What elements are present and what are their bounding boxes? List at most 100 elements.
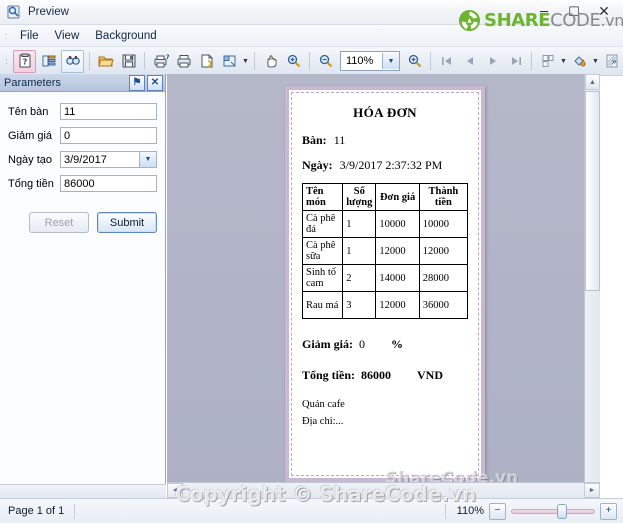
table-row: Cà phê đá 1 10000 10000: [301, 210, 469, 239]
report-parameters-button[interactable]: ?: [13, 49, 36, 73]
param-value-tong-tien: 86000: [64, 177, 95, 190]
param-row-ngay-tao: Ngày tạo 3/9/2017 ▼: [8, 150, 157, 169]
status-bar: Page 1 of 1 110% − +: [0, 498, 623, 523]
invoice-date-value: 3/9/2017 2:37:32 PM: [339, 158, 443, 172]
parameters-panel-resizer[interactable]: [0, 484, 166, 498]
zoom-slider-thumb[interactable]: [557, 503, 567, 519]
preview-area[interactable]: HÓA ĐƠN Bàn: 11 Ngày: 3/9/2017 2:37:32 P…: [167, 74, 600, 498]
toolbar-separator: [89, 52, 90, 70]
invoice-total-row: Tổng tiền: 86000 VND: [302, 368, 468, 383]
table-header-row: Tên món Số lượng Đơn giá Thành tiền: [301, 182, 469, 212]
find-button[interactable]: [61, 49, 84, 73]
open-button[interactable]: [95, 51, 116, 72]
cell-item-price: 10000: [375, 210, 420, 239]
toolbar-overflow-button[interactable]: »: [608, 51, 620, 71]
param-input-ten-ban[interactable]: 11: [60, 103, 157, 120]
multiple-pages-caret-icon[interactable]: ▼: [559, 52, 568, 70]
cell-item-qty: 2: [342, 264, 377, 293]
scroll-up-button[interactable]: ▲: [585, 74, 600, 90]
cell-item-name: Cà phê sữa: [301, 237, 344, 266]
toolbar-separator: [531, 52, 532, 70]
preview-vertical-scrollbar[interactable]: ▲ ▼: [584, 74, 600, 498]
page-indicator: Page 1 of 1: [8, 505, 65, 517]
hand-tool-button[interactable]: [260, 51, 281, 72]
column-header-name: Tên món: [301, 182, 344, 212]
param-value-ngay-tao: 3/9/2017: [64, 153, 107, 166]
cell-item-price: 12000: [375, 237, 420, 266]
pin-icon[interactable]: ⚑: [129, 75, 145, 91]
scroll-right-button[interactable]: ►: [584, 483, 600, 498]
print-preview-button[interactable]: ?: [150, 51, 171, 72]
cell-item-name: Sinh tố cam: [301, 264, 344, 293]
param-input-tong-tien[interactable]: 86000: [60, 175, 157, 192]
param-input-giam-gia[interactable]: 0: [60, 127, 157, 144]
toolbar-separator: [254, 52, 255, 70]
next-page-button[interactable]: [482, 51, 503, 72]
invoice-table-line: Bàn: 11: [302, 133, 468, 148]
invoice-table-label: Bàn:: [302, 133, 327, 147]
total-value: 86000: [361, 368, 392, 383]
cell-item-total: 36000: [418, 291, 469, 320]
menu-item-view[interactable]: View: [47, 28, 88, 44]
scale-button[interactable]: [219, 51, 240, 72]
zoom-level-value: 110%: [346, 55, 374, 67]
parameters-form: Tên bàn 11 Giảm giá 0 Ngày tạo 3/9/2017 …: [0, 92, 165, 193]
first-page-button[interactable]: [436, 51, 457, 72]
preview-horizontal-scrollbar[interactable]: ◄ ►: [167, 482, 600, 498]
preview-window-icon: [6, 4, 22, 20]
calendar-dropdown-icon[interactable]: ▼: [139, 152, 156, 167]
background-color-button[interactable]: [569, 51, 590, 72]
column-header-price: Đơn giá: [375, 182, 420, 212]
cell-item-price: 12000: [375, 291, 420, 320]
param-label-ten-ban: Tên bàn: [8, 105, 49, 118]
invoice-date-line: Ngày: 3/9/2017 2:37:32 PM: [302, 158, 468, 173]
menu-item-file[interactable]: File: [12, 28, 47, 44]
column-header-total: Thành tiền: [418, 182, 469, 212]
zoom-in-button-status[interactable]: +: [600, 502, 617, 520]
scale-dropdown-caret-icon[interactable]: ▼: [241, 52, 250, 70]
zoom-in-button[interactable]: [283, 51, 304, 72]
zoom-in-button-2[interactable]: [404, 51, 425, 72]
table-row: Sinh tố cam 2 14000 28000: [301, 264, 469, 293]
zoom-out-button-status[interactable]: −: [489, 502, 506, 520]
document-map-button[interactable]: [38, 51, 59, 72]
maximize-button[interactable]: ☐: [559, 2, 589, 22]
total-label: Tổng tiền:: [302, 368, 356, 383]
multiple-pages-button[interactable]: [537, 51, 558, 72]
background-color-caret-icon[interactable]: ▼: [591, 52, 600, 70]
cell-item-qty: 1: [342, 237, 377, 266]
discount-value: 0: [359, 337, 365, 352]
zoom-level-combobox[interactable]: 110% ▼: [340, 51, 400, 71]
window-controls[interactable]: ─ ☐ ✕: [529, 0, 619, 24]
table-row: Cà phê sữa 1 12000 12000: [301, 237, 469, 266]
toolbar: : ? ▼ 110% ▼ ▼ ▼ »: [0, 47, 623, 76]
close-button[interactable]: ✕: [589, 2, 619, 22]
previous-page-button[interactable]: [459, 51, 480, 72]
zoom-slider[interactable]: [511, 503, 595, 519]
svg-text:?: ?: [22, 58, 27, 67]
param-input-ngay-tao[interactable]: 3/9/2017 ▼: [60, 151, 157, 168]
vertical-scrollbar-thumb[interactable]: [585, 91, 600, 291]
last-page-button[interactable]: [505, 51, 526, 72]
zoom-slider-track: [511, 508, 595, 514]
status-divider: [74, 503, 76, 519]
chevron-down-icon[interactable]: ▼: [382, 53, 399, 69]
submit-button[interactable]: Submit: [97, 212, 157, 233]
save-button[interactable]: [118, 51, 139, 72]
shop-address: Địa chi:...: [302, 416, 344, 428]
toolbar-grip-handle[interactable]: :: [3, 54, 9, 69]
cell-item-name: Cà phê đá: [301, 210, 344, 239]
zoom-out-button[interactable]: [315, 51, 336, 72]
cell-item-name: Rau má: [301, 291, 344, 320]
scroll-left-button[interactable]: ◄: [167, 483, 183, 498]
page-setup-button[interactable]: [196, 51, 217, 72]
print-button[interactable]: [173, 51, 194, 72]
cell-item-total: 12000: [418, 237, 469, 266]
parameters-panel: Parameters ⚑ ✕ Tên bàn 11 Giảm giá 0 Ngà…: [0, 74, 166, 498]
close-icon[interactable]: ✕: [147, 75, 163, 91]
menu-grip-handle[interactable]: :: [2, 28, 9, 43]
parameters-action-buttons: Reset Submit: [0, 198, 165, 233]
reset-button[interactable]: Reset: [29, 212, 89, 233]
menu-item-background[interactable]: Background: [87, 28, 164, 44]
minimize-button[interactable]: ─: [529, 2, 559, 22]
